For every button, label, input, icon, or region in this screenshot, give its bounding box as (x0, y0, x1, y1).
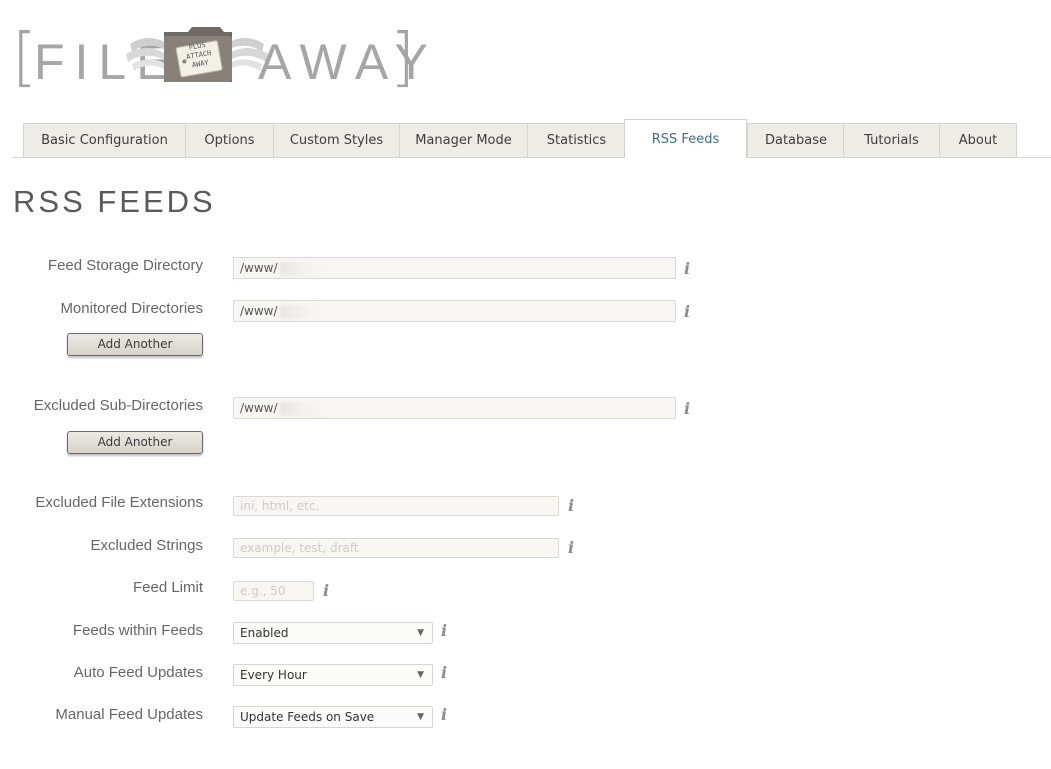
feed-storage-directory-label: Feed Storage Directory (47, 257, 203, 274)
tab-database[interactable]: Database (747, 123, 844, 157)
redacted-path (279, 304, 324, 319)
redacted-path (279, 261, 324, 276)
manual-feed-updates-select[interactable]: Update Feeds on Save ▼ (233, 706, 433, 728)
info-icon[interactable]: i (441, 621, 447, 640)
info-icon[interactable]: i (568, 538, 574, 557)
info-icon[interactable]: i (568, 496, 574, 515)
excluded-subdirectories-label: Excluded Sub-Directories (33, 397, 203, 414)
tab-tutorials[interactable]: Tutorials (843, 123, 939, 157)
chevron-down-icon: ▼ (417, 670, 424, 680)
auto-feed-updates-select[interactable]: Every Hour ▼ (233, 664, 433, 686)
info-icon[interactable]: i (684, 302, 690, 321)
info-icon[interactable]: i (323, 581, 329, 600)
chevron-down-icon: ▼ (417, 712, 424, 722)
page-title: RSS FEEDS (13, 184, 216, 219)
feeds-within-feeds-select[interactable]: Enabled ▼ (233, 622, 433, 644)
feed-limit-label: Feed Limit (132, 579, 203, 596)
info-icon[interactable]: i (684, 399, 690, 418)
file-away-logo: [ FILE PLUS ATTACH AWAY AWAY ] (12, 21, 428, 96)
tab-rss-feeds[interactable]: RSS Feeds (624, 119, 747, 158)
feed-storage-directory-input[interactable]: /www/ (233, 257, 676, 279)
info-icon[interactable]: i (441, 705, 447, 724)
tab-basic-configuration[interactable]: Basic Configuration (23, 123, 185, 157)
feed-limit-input[interactable]: e.g., 50 (233, 581, 314, 601)
excluded-subdirectories-input[interactable]: /www/ (233, 397, 676, 419)
excluded-file-extensions-input[interactable]: ini, html, etc. (233, 496, 559, 516)
info-icon[interactable]: i (441, 663, 447, 682)
manual-feed-updates-label: Manual Feed Updates (55, 706, 203, 723)
excluded-strings-label: Excluded Strings (90, 537, 203, 554)
tab-bar: Basic Configuration Options Custom Style… (12, 119, 1051, 158)
info-icon[interactable]: i (684, 259, 690, 278)
tab-about[interactable]: About (939, 123, 1017, 157)
tab-statistics[interactable]: Statistics (527, 123, 625, 157)
feeds-within-feeds-label: Feeds within Feeds (72, 622, 203, 639)
auto-feed-updates-label: Auto Feed Updates (73, 664, 203, 681)
tab-manager-mode[interactable]: Manager Mode (399, 123, 527, 157)
redacted-path (279, 401, 324, 416)
tab-custom-styles[interactable]: Custom Styles (273, 123, 399, 157)
logo-bracket-right: ] (390, 21, 415, 95)
chevron-down-icon: ▼ (417, 628, 424, 638)
add-another-monitored-button[interactable]: Add Another (67, 333, 203, 356)
excluded-file-extensions-label: Excluded File Extensions (35, 494, 203, 511)
tab-options[interactable]: Options (185, 123, 273, 157)
add-another-excluded-button[interactable]: Add Another (67, 431, 203, 454)
monitored-directories-label: Monitored Directories (60, 300, 203, 317)
logo-tag-text: PLUS ATTACH AWAY (185, 40, 212, 70)
monitored-directories-input[interactable]: /www/ (233, 300, 676, 322)
excluded-strings-input[interactable]: example, test, draft (233, 538, 559, 558)
